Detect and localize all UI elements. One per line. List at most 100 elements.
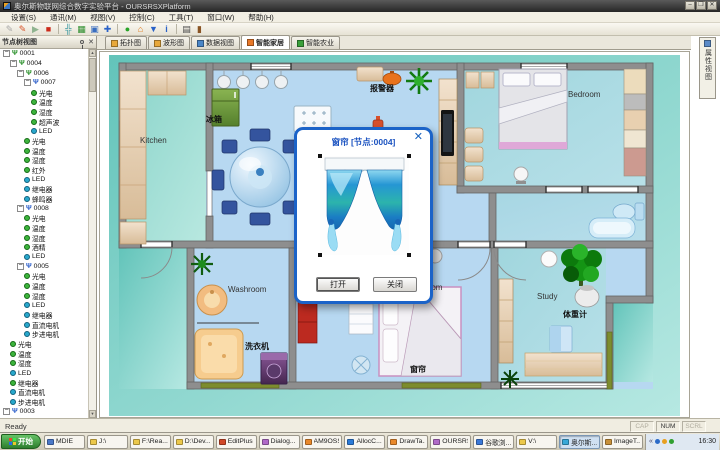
selection-handle[interactable]	[407, 154, 411, 158]
taskbar-item-13[interactable]: ImageT...	[602, 435, 643, 449]
tray-network-icon[interactable]	[669, 439, 674, 444]
taskbar-item-2[interactable]: F:\Rea...	[130, 435, 171, 449]
tree-item[interactable]: 光电	[0, 339, 88, 349]
menu-item-0[interactable]: 设置(S)	[4, 12, 43, 23]
tree-item[interactable]: 光电	[0, 88, 88, 98]
tree-item[interactable]: 红外	[0, 165, 88, 175]
info-icon[interactable]: i	[160, 23, 173, 35]
tree-item[interactable]: 湿度	[0, 291, 88, 301]
open-button[interactable]: 打开	[316, 277, 360, 292]
selection-handle[interactable]	[407, 253, 411, 257]
taskbar-item-7[interactable]: AllocC...	[344, 435, 385, 449]
tree-item[interactable]: −Ψ0005	[0, 262, 88, 272]
tree-item[interactable]: 步进电机	[0, 329, 88, 339]
pencil-gray-icon[interactable]: ✎	[3, 23, 16, 35]
minimize-button[interactable]: –	[685, 1, 695, 10]
tray-update-icon[interactable]	[662, 439, 667, 444]
tree-item[interactable]: 湿度	[0, 155, 88, 165]
taskbar-item-1[interactable]: J:\	[87, 435, 128, 449]
scroll-thumb[interactable]	[89, 58, 96, 92]
tree-item[interactable]: 光电	[0, 136, 88, 146]
exit-door-icon[interactable]: ▮	[193, 23, 206, 35]
tray-browser-icon[interactable]	[655, 439, 660, 444]
expand-toggle[interactable]: −	[10, 60, 17, 67]
scroll-up-icon[interactable]: ▲	[89, 49, 96, 57]
tree-item[interactable]: 湿度	[0, 359, 88, 369]
taskbar-item-11[interactable]: V:\	[516, 435, 557, 449]
chart-icon[interactable]: ▦	[75, 23, 88, 35]
tab-1[interactable]: 波形图	[148, 36, 190, 49]
close-button[interactable]: ✕	[707, 1, 717, 10]
alarm-label[interactable]: 报警器	[370, 83, 394, 94]
pencil-red-icon[interactable]: ✎	[16, 23, 29, 35]
expand-toggle[interactable]: −	[17, 70, 24, 77]
tree-item[interactable]: 湿度	[0, 233, 88, 243]
tv-icon[interactable]	[441, 110, 454, 156]
tree-item[interactable]: 温度	[0, 97, 88, 107]
tree-item[interactable]: −Ψ0003	[0, 407, 88, 417]
menu-item-3[interactable]: 控制(C)	[122, 12, 161, 23]
fridge-label[interactable]: 冰箱	[206, 114, 222, 125]
tree-item[interactable]: 温度	[0, 281, 88, 291]
tree-item[interactable]: 继电器	[0, 378, 88, 388]
tree-item[interactable]: −Ψ0008	[0, 204, 88, 214]
scroll-down-icon[interactable]: ▼	[89, 410, 96, 418]
tree-item[interactable]: 继电器	[0, 184, 88, 194]
tray-chevron-icon[interactable]: «	[649, 438, 653, 445]
tree-item[interactable]: 超声波	[0, 117, 88, 127]
curtain-label[interactable]: 窗帘	[410, 364, 426, 375]
taskbar-item-8[interactable]: DrawTa...	[387, 435, 428, 449]
menu-item-2[interactable]: 视图(V)	[83, 12, 122, 23]
pin-icon[interactable]	[80, 40, 84, 44]
expand-toggle[interactable]: −	[17, 205, 24, 212]
taskbar-item-5[interactable]: Dialog...	[259, 435, 300, 449]
taskbar-item-12[interactable]: 奥尔斯...	[559, 435, 600, 449]
expand-toggle[interactable]: −	[17, 263, 24, 270]
dialog-close-icon[interactable]: ✕	[414, 132, 423, 143]
expand-toggle[interactable]: −	[24, 79, 31, 86]
tree-item[interactable]: 继电器	[0, 310, 88, 320]
menu-item-6[interactable]: 帮助(H)	[241, 12, 280, 23]
taskbar-item-0[interactable]: MDIE	[44, 435, 85, 449]
tree-item[interactable]: LED	[0, 368, 88, 378]
tree-item[interactable]: −Ψ0007	[0, 78, 88, 88]
tree-item[interactable]: 光电	[0, 213, 88, 223]
device-icon[interactable]: ▤	[180, 23, 193, 35]
tree-item[interactable]: 温度	[0, 223, 88, 233]
tab-4[interactable]: 智能农业	[291, 36, 340, 49]
download-icon[interactable]: ▼	[147, 23, 160, 35]
tree-item[interactable]: 光电	[0, 271, 88, 281]
run-node-icon[interactable]: ●	[121, 23, 134, 35]
start-button[interactable]: 开始	[1, 434, 41, 449]
tab-3[interactable]: 智能家居	[241, 35, 290, 49]
tree-item[interactable]: 酒精	[0, 242, 88, 252]
menu-item-5[interactable]: 窗口(W)	[200, 12, 241, 23]
tree-item[interactable]: LED	[0, 300, 88, 310]
taskbar-item-4[interactable]: EditPlus	[216, 435, 257, 449]
tree-item[interactable]: 温度	[0, 349, 88, 359]
move-icon[interactable]: ✚	[101, 23, 114, 35]
close-button[interactable]: 关闭	[373, 277, 417, 292]
washer-icon[interactable]	[261, 353, 287, 384]
washer-label[interactable]: 洗衣机	[245, 341, 269, 352]
tree-item[interactable]: −Ψ0001	[0, 49, 88, 59]
tree-item[interactable]: LED	[0, 126, 88, 136]
tree-item[interactable]: 直流电机	[0, 320, 88, 330]
tree-item[interactable]: 湿度	[0, 107, 88, 117]
tree-item[interactable]: 温度	[0, 146, 88, 156]
panel-close-icon[interactable]: ✕	[88, 39, 94, 46]
maximize-button[interactable]: ❐	[696, 1, 706, 10]
tree-item[interactable]: −Ψ0006	[0, 68, 88, 78]
tree-scrollbar[interactable]: ▲ ▼	[88, 49, 96, 418]
scale-label[interactable]: 体重计	[563, 309, 587, 320]
expand-toggle[interactable]: −	[3, 408, 10, 415]
tree-item[interactable]: LED	[0, 252, 88, 262]
taskbar-item-9[interactable]: OURSRS...	[430, 435, 471, 449]
property-view-tab[interactable]: 属性视图	[699, 37, 716, 99]
play-icon[interactable]: ▶	[29, 23, 42, 35]
window-icon[interactable]: ▣	[88, 23, 101, 35]
tree-item[interactable]: 直流电机	[0, 388, 88, 398]
taskbar-item-6[interactable]: AM9OSS...	[302, 435, 343, 449]
stop-icon[interactable]: ■	[42, 23, 55, 35]
tree-item[interactable]: LED	[0, 175, 88, 185]
